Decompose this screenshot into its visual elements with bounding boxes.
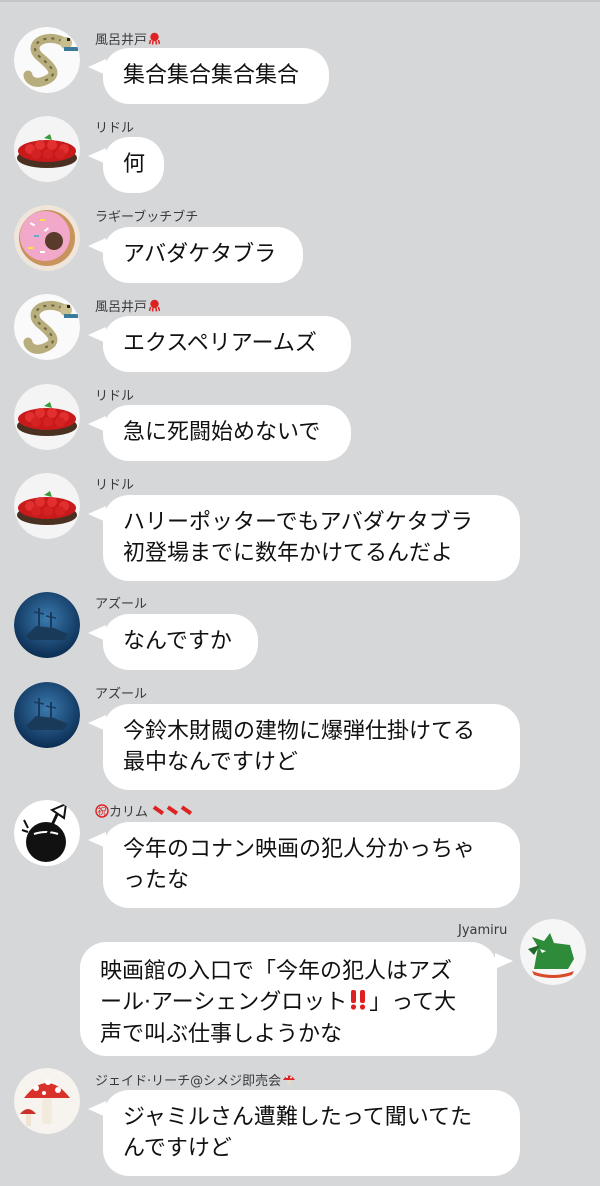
- coconut-drink-avatar[interactable]: [14, 800, 80, 866]
- sender-name: ラギーブッチブチ: [95, 210, 199, 225]
- sender-name: アズール: [95, 687, 148, 702]
- message-bubble[interactable]: ハリーポッターでもアバダケタブラ 初登場までに数年かけてるんだよ: [103, 495, 520, 581]
- message-text: んですけど: [123, 1136, 232, 1161]
- sender-name: 風呂井戸: [95, 29, 161, 49]
- sender-name: リドル: [95, 478, 135, 493]
- top-divider: [0, 0, 600, 2]
- message-text: 映画館の入口で「今年の犯人はアズ: [100, 959, 453, 984]
- message-bubble[interactable]: 急に死闘始めないで: [103, 405, 351, 461]
- message-text: エクスペリアームズ: [123, 331, 317, 356]
- snake-avatar[interactable]: [14, 27, 80, 93]
- message-text: 初登場までに数年かけてるんだよ: [123, 541, 454, 566]
- sender-name: ジェイド·リーチ@シメジ即売会: [95, 1070, 296, 1090]
- green-wolf-avatar[interactable]: [520, 919, 586, 985]
- message-text: ジャミルさん遭難したって聞いてた: [123, 1105, 473, 1130]
- sender-name: リドル: [95, 389, 135, 404]
- celebrate-icon: 祝: [95, 803, 109, 822]
- snake-avatar[interactable]: [14, 294, 80, 360]
- message-text-line: ール·アーシェングロット 」って大: [100, 987, 477, 1019]
- message-text: 急に死闘始めないで: [123, 420, 321, 445]
- double-exclamation-icon: [349, 988, 367, 1019]
- message-bubble[interactable]: 映画館の入口で「今年の犯人はアズ ール·アーシェングロット 」って大 声で叫ぶ仕事…: [80, 942, 497, 1056]
- strawberry-tart-avatar[interactable]: [14, 473, 80, 539]
- octopus-icon: [148, 299, 161, 316]
- message-text: 声で叫ぶ仕事しようかな: [100, 1021, 343, 1047]
- message-text: ハリーポッターでもアバダケタブラ: [123, 510, 473, 535]
- sender-name: リドル: [95, 121, 135, 136]
- shipwreck-avatar[interactable]: [14, 682, 80, 748]
- sender-name: 風呂井戸: [95, 296, 161, 316]
- sender-name: 祝カリム: [95, 801, 195, 822]
- sender-name: アズール: [95, 597, 148, 612]
- svg-text:祝: 祝: [97, 805, 106, 817]
- donut-avatar[interactable]: [14, 205, 80, 271]
- firecrackers-icon: [151, 804, 195, 821]
- message-text: 今鈴木財閥の建物に爆弾仕掛けてる: [123, 719, 476, 744]
- message-text: 今年のコナン映画の犯人分かっちゃ: [123, 837, 476, 862]
- message-bubble[interactable]: 今鈴木財閥の建物に爆弾仕掛けてる 最中なんですけど: [103, 704, 520, 790]
- message-text: アバダケタブラ: [123, 242, 277, 267]
- message-bubble[interactable]: 何: [103, 137, 164, 193]
- message-bubble[interactable]: 集合集合集合集合: [103, 48, 329, 104]
- message-text: 」って大: [369, 990, 457, 1015]
- message-text: ール·アーシェングロット: [100, 990, 348, 1015]
- message-text: なんですか: [123, 629, 232, 654]
- message-text: ったな: [123, 868, 190, 893]
- mushroom-icon: [282, 1073, 296, 1090]
- message-bubble[interactable]: 今年のコナン映画の犯人分かっちゃ ったな: [103, 822, 520, 908]
- message-bubble[interactable]: アバダケタブラ: [103, 227, 303, 283]
- message-text: 集合集合集合集合: [123, 63, 300, 88]
- message-bubble[interactable]: なんですか: [103, 614, 258, 670]
- message-text: 何: [123, 152, 146, 177]
- message-bubble[interactable]: ジャミルさん遭難したって聞いてた んですけど: [103, 1090, 520, 1176]
- message-bubble[interactable]: エクスペリアームズ: [103, 316, 351, 372]
- mushroom-avatar[interactable]: [14, 1068, 80, 1134]
- strawberry-tart-avatar[interactable]: [14, 116, 80, 182]
- bubble-tail: [495, 953, 513, 969]
- sender-name: Jyamiru: [458, 923, 508, 938]
- message-text: 最中なんですけど: [123, 750, 298, 775]
- octopus-icon: [148, 32, 161, 49]
- shipwreck-avatar[interactable]: [14, 592, 80, 658]
- strawberry-tart-avatar[interactable]: [14, 384, 80, 450]
